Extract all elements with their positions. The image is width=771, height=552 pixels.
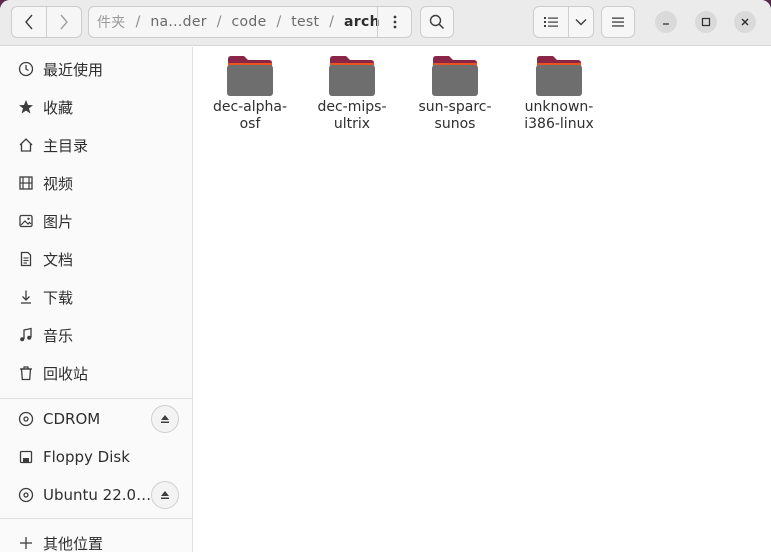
path-crumb-current[interactable]: arch [342,14,382,30]
close-button[interactable] [734,11,756,33]
sidebar-item-ubuntu[interactable]: Ubuntu 22.0… [0,476,192,514]
folder-label-line: ultrix [333,116,371,132]
folder-label-line: sunos [434,116,476,132]
home-icon [17,136,35,154]
folder-item[interactable]: unknown- i386-linux [511,55,607,133]
music-icon [17,326,35,344]
list-view-icon [544,17,558,27]
folder-item[interactable]: sun-sparc- sunos [407,55,503,133]
sidebar-item-label: 下载 [43,288,74,307]
maximize-button[interactable] [695,11,717,33]
forward-button[interactable] [46,6,82,38]
view-options-dropdown[interactable] [568,6,594,38]
eject-icon [161,415,169,423]
search-icon [429,14,445,30]
eject-button[interactable] [151,405,179,433]
folder-label: unknown- i386-linux [511,99,607,133]
sidebar-item-music[interactable]: 音乐 [0,316,192,354]
disc-icon [17,410,35,428]
sidebar-item-other-locations[interactable]: 其他位置 [0,524,192,552]
file-manager-window: 件夹 / na...der / code / test / arch 最近使用 … [0,0,771,552]
folder-label-line: unknown- [524,99,594,115]
chevron-right-icon [60,14,68,30]
star-icon [17,98,35,116]
floppy-icon [17,448,35,466]
sidebar-item-trash[interactable]: 回收站 [0,354,192,392]
main-menu-button[interactable] [601,6,635,38]
sidebar-item-pictures[interactable]: 图片 [0,202,192,240]
sidebar-item-home[interactable]: 主目录 [0,126,192,164]
disc-icon [17,486,35,504]
sidebar-item-starred[interactable]: 收藏 [0,88,192,126]
sidebar-item-label: 最近使用 [43,60,104,79]
folder-label-line: sun-sparc- [418,99,492,115]
sidebar-item-floppy[interactable]: Floppy Disk [0,438,192,476]
path-crumb[interactable]: na...der [148,14,208,30]
chevron-left-icon [25,14,33,30]
sidebar-item-label: 视频 [43,174,74,193]
sidebar-divider [0,518,192,519]
vertical-dots-icon [393,15,396,29]
chevron-down-icon [575,19,587,26]
folder-icon [536,56,582,96]
sidebar-item-label: 其他位置 [43,534,104,552]
folder-icon [432,56,478,96]
path-crumb[interactable]: 件夹 [95,12,128,32]
folder-label: dec-alpha- osf [202,99,298,133]
eject-button[interactable] [151,481,179,509]
sidebar-divider [0,398,192,399]
sidebar-item-label: 图片 [43,212,74,231]
folder-label-line: dec-alpha- [212,99,288,115]
clock-icon [17,60,35,78]
path-separator: / [135,14,141,30]
folder-label-line: osf [239,116,261,132]
header-bar: 件夹 / na...der / code / test / arch [0,0,771,46]
download-icon [17,288,35,306]
film-icon [17,174,35,192]
document-icon [17,250,35,268]
sidebar-item-label: 主目录 [43,136,89,155]
folder-icon [329,56,375,96]
path-separator: / [276,14,282,30]
file-grid: dec-alpha- osf dec-mips- ultrix sun-spar… [194,47,771,552]
sidebar-item-documents[interactable]: 文档 [0,240,192,278]
sidebar-item-label: 回收站 [43,364,89,383]
sidebar-item-label: Ubuntu 22.0… [43,486,152,504]
minimize-button[interactable] [655,11,677,33]
eject-icon [161,491,169,499]
sidebar: 最近使用 收藏 主目录 视频 图片 文档 下载 音乐 回收站 CDROM Flo… [0,47,193,552]
folder-item[interactable]: dec-alpha- osf [202,55,298,133]
search-button[interactable] [420,6,454,38]
trash-icon [17,364,35,382]
minimize-icon [663,23,669,25]
sidebar-item-label: 音乐 [43,326,74,345]
path-separator: / [329,14,335,30]
folder-label: dec-mips- ultrix [304,99,400,133]
maximize-icon [701,17,711,27]
close-icon [741,18,749,26]
folder-label: sun-sparc- sunos [407,99,503,133]
path-bar: 件夹 / na...der / code / test / arch [88,6,412,38]
sidebar-item-label: 收藏 [43,98,74,117]
path-separator: / [216,14,222,30]
sidebar-item-label: Floppy Disk [43,448,130,466]
folder-label-line: dec-mips- [317,99,387,115]
sidebar-item-videos[interactable]: 视频 [0,164,192,202]
sidebar-item-downloads[interactable]: 下载 [0,278,192,316]
path-menu-button[interactable] [377,7,411,37]
hamburger-icon [612,17,624,27]
image-icon [17,212,35,230]
sidebar-item-label: CDROM [43,410,101,428]
path-crumb[interactable]: code [230,14,269,30]
path-crumb[interactable]: test [289,14,321,30]
folder-icon [227,56,273,96]
sidebar-item-label: 文档 [43,250,74,269]
folder-item[interactable]: dec-mips- ultrix [304,55,400,133]
back-button[interactable] [11,6,47,38]
sidebar-item-cdrom[interactable]: CDROM [0,400,192,438]
folder-label-line: i386-linux [524,116,594,132]
plus-icon [17,534,35,552]
sidebar-item-recent[interactable]: 最近使用 [0,50,192,88]
list-view-button[interactable] [533,6,569,38]
